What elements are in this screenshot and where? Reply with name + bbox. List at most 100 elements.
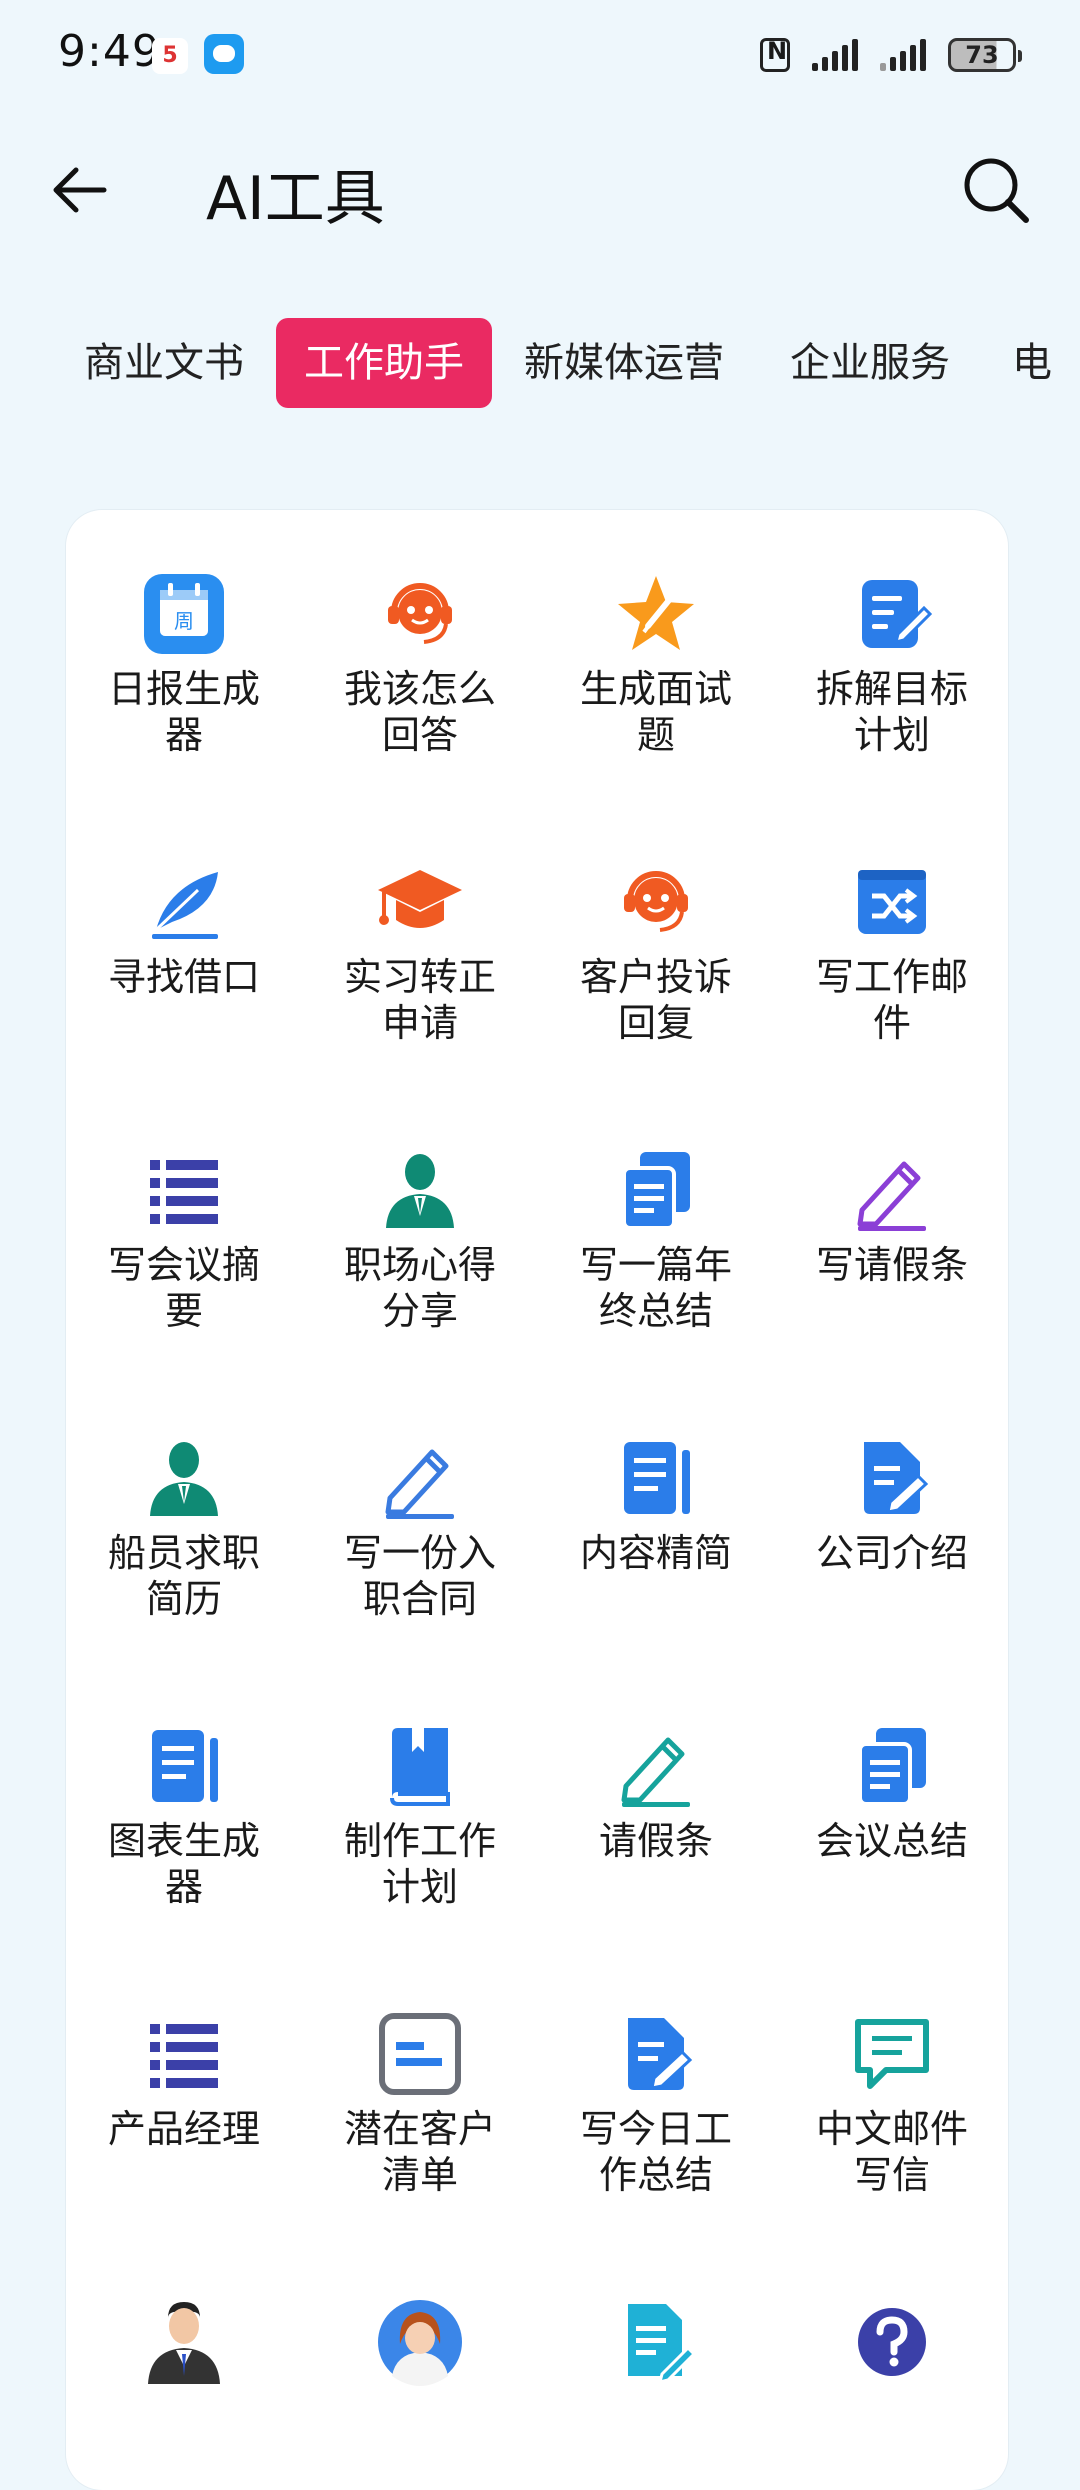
tool-label: 写一篇年 终总结 [579,1243,732,1333]
tool-workplace-share[interactable]: 职场心得 分享 [302,1144,538,1334]
tool-leave-note-write[interactable]: 写请假条 [774,1144,1010,1288]
question-circle-icon [858,2308,926,2376]
tool-label: 公司介绍 [815,1531,968,1575]
tool-daily-report[interactable]: 周 日报生成器 [66,568,302,758]
nfc-icon [760,37,790,72]
tool-label: 船员求职 简历 [107,1531,260,1621]
list-icon [150,1160,218,1224]
tool-label: 生成面试题 [579,667,732,757]
tool-woman-avatar[interactable] [302,2296,538,2394]
tool-label: 制作工作 计划 [343,1819,496,1909]
tool-content-condense[interactable]: 内容精简 [538,1432,774,1576]
tab-e-commerce[interactable]: 电 [984,318,1080,408]
arrow-left-icon[interactable] [52,166,108,214]
doc-pen-icon [864,1442,929,1514]
graduation-cap-icon [378,870,462,928]
svg-text:周: 周 [174,609,194,633]
tool-label: 寻找借口 [107,955,260,999]
tools-card: 周 日报生成器 我该怎么 回答 生成面试题 拆解目标计划 寻找借口 实习转正 申… [66,510,1008,2490]
pencil-icon [621,1737,690,1807]
document-lines-icon [152,1730,218,1802]
list-icon [150,2024,218,2088]
tool-label: 写工作邮件 [815,955,968,1045]
tool-work-plan[interactable]: 制作工作 计划 [302,1720,538,1910]
tool-label: 客户投诉 回复 [579,955,732,1045]
tool-label: 图表生成器 [107,1819,260,1909]
tool-label: 写请假条 [815,1243,968,1287]
tool-label: 写一份入 职合同 [343,1531,496,1621]
tool-work-email[interactable]: 写工作邮件 [774,856,1010,1046]
tool-label: 内容精简 [579,1531,732,1575]
star-pen-icon [618,576,694,650]
copy-docs-icon [858,1728,926,1806]
tool-interview-questions[interactable]: 生成面试题 [538,568,774,758]
tool-label: 实习转正 申请 [343,955,496,1045]
tool-label: 潜在客户 清单 [343,2107,496,2197]
book-icon [390,1728,450,1806]
chat-lines-icon [855,2019,929,2089]
pencil-icon [385,1449,454,1519]
tool-meeting-conclusion[interactable]: 会议总结 [774,1720,1010,1864]
tool-meeting-summary[interactable]: 写会议摘要 [66,1144,302,1334]
doc-write-icon [628,2304,697,2385]
copy-docs-icon [622,1152,690,1230]
businessman-avatar-icon [148,2302,220,2384]
search-icon[interactable] [960,154,1032,226]
tool-how-to-answer[interactable]: 我该怎么 回答 [302,568,538,758]
feather-quill-icon [152,872,218,939]
person-tie-icon [386,1154,454,1228]
tool-leave-note[interactable]: 请假条 [538,1720,774,1864]
tab-enterprise-services[interactable]: 企业服务 [762,318,978,408]
pencil-icon [857,1161,926,1231]
person-tie-icon [150,1442,218,1516]
tool-seafarer-resume[interactable]: 船员求职 简历 [66,1432,302,1622]
battery-icon: 73 [948,38,1022,72]
status-indicators: 73 [760,32,1022,78]
category-tabs: 商业文书 工作助手 新媒体运营 企业服务 电 [0,318,1080,408]
tool-label: 写会议摘要 [107,1243,260,1333]
tool-year-end-summary[interactable]: 写一篇年 终总结 [538,1144,774,1334]
tool-chinese-email[interactable]: 中文邮件 写信 [774,2008,1010,2198]
tab-business-docs[interactable]: 商业文书 [56,318,272,408]
tool-help[interactable] [774,2296,1010,2394]
status-time: 9:49 [58,26,161,77]
tool-label: 我该怎么 回答 [343,667,496,757]
app-header: AI工具 [0,140,1080,240]
tool-label: 拆解目标 计划 [815,667,968,757]
signal-icon [812,39,858,71]
tool-onboarding-contract[interactable]: 写一份入 职合同 [302,1432,538,1622]
tool-internship-regularization[interactable]: 实习转正 申请 [302,856,538,1046]
shuffle-box-icon [858,870,926,934]
tool-label: 会议总结 [815,1819,968,1863]
tool-label: 产品经理 [107,2107,260,2151]
carrier-app-icon: 5 [152,38,188,74]
tool-potential-clients[interactable]: 潜在客户 清单 [302,2008,538,2198]
tool-daily-work-summary[interactable]: 写今日工 作总结 [538,2008,774,2198]
tool-label: 职场心得 分享 [343,1243,496,1333]
frame-lines-icon [379,2013,461,2095]
tool-complaint-reply[interactable]: 客户投诉 回复 [538,856,774,1046]
message-bubble-icon [204,34,244,74]
doc-edit-icon [862,580,933,648]
tool-label: 请假条 [598,1819,713,1863]
tab-new-media[interactable]: 新媒体运营 [496,318,752,408]
tool-doc-write[interactable] [538,2296,774,2394]
tab-work-assistant[interactable]: 工作助手 [276,318,492,408]
tool-find-excuse[interactable]: 寻找借口 [66,856,302,1000]
tool-chart-generator[interactable]: 图表生成器 [66,1720,302,1910]
tool-goal-breakdown[interactable]: 拆解目标 计划 [774,568,1010,758]
headset-support-icon [624,871,688,932]
tool-company-intro[interactable]: 公司介绍 [774,1432,1010,1576]
tool-label: 日报生成器 [107,667,260,757]
page-title: AI工具 [206,164,385,234]
tool-product-manager[interactable]: 产品经理 [66,2008,302,2152]
document-lines-icon [624,1442,690,1514]
status-bar: 9:49 5 73 [0,0,1080,110]
weekly-calendar-icon: 周 [144,574,224,654]
tool-label: 写今日工 作总结 [579,2107,732,2197]
signal-2-icon [880,39,926,71]
headset-support-icon [388,583,452,644]
tool-businessman[interactable] [66,2296,302,2394]
doc-pen-icon [628,2018,693,2090]
woman-avatar-icon [378,2300,462,2386]
